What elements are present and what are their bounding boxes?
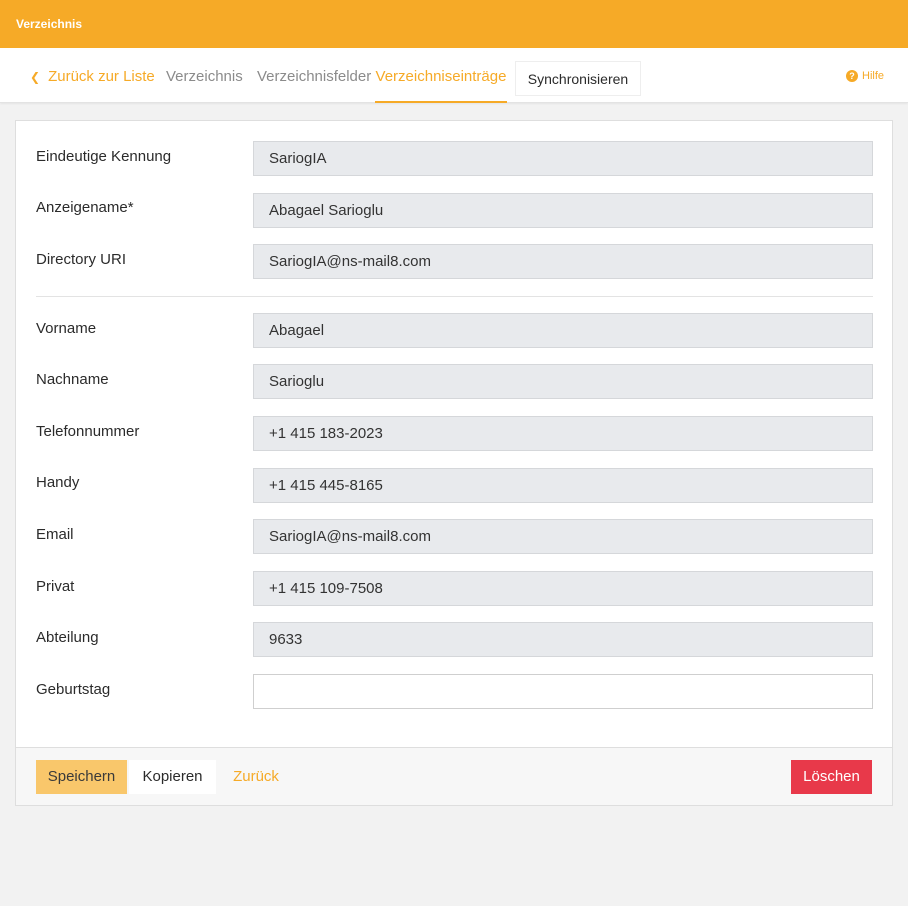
tab-directory-fields[interactable]: Verzeichnisfelder: [257, 48, 371, 103]
back-to-list-link[interactable]: ❮ Zurück zur Liste: [30, 48, 155, 103]
directory-uri-field[interactable]: SariogIA@ns-mail8.com: [253, 244, 873, 279]
help-label: Hilfe: [862, 70, 885, 82]
save-button[interactable]: Speichern: [36, 760, 127, 794]
label-email: Email: [36, 526, 74, 543]
private-phone-field[interactable]: +1 415 109-7508: [253, 571, 873, 606]
unique-id-field[interactable]: SariogIA: [253, 141, 873, 176]
app-header: Verzeichnis: [0, 0, 908, 48]
label-directory-uri: Directory URI: [36, 251, 127, 268]
display-name-field[interactable]: Abagael Sarioglu: [253, 193, 873, 228]
tab-bar: ❮ Zurück zur Liste Verzeichnis Verzeichni…: [0, 48, 908, 103]
mobile-field[interactable]: +1 415 445-8165: [253, 468, 873, 503]
question-circle-icon: ?: [846, 70, 858, 82]
active-tab-indicator: [375, 101, 507, 103]
back-button[interactable]: Zurück: [226, 760, 286, 794]
department-field[interactable]: 9633: [253, 622, 873, 657]
chevron-left-icon: ❮: [30, 70, 41, 84]
label-first-name: Vorname: [36, 320, 97, 337]
tab-directory-entries-label: Verzeichniseinträge: [375, 68, 507, 85]
label-private: Privat: [36, 578, 75, 595]
first-name-field[interactable]: Abagael: [253, 313, 873, 348]
synchronize-button[interactable]: Synchronisieren: [515, 61, 641, 96]
label-unique-id: Eindeutige Kennung: [36, 148, 172, 165]
email-field[interactable]: SariogIA@ns-mail8.com: [253, 519, 873, 554]
section-divider: [36, 296, 873, 297]
label-mobile: Handy: [36, 474, 80, 491]
last-name-field[interactable]: Sarioglu: [253, 364, 873, 399]
back-to-list-label: Zurück zur Liste: [48, 68, 155, 85]
label-last-name: Nachname: [36, 371, 109, 388]
tab-directory-entries[interactable]: Verzeichniseinträge: [375, 48, 507, 103]
label-department: Abteilung: [36, 629, 99, 646]
help-link[interactable]: ? Hilfe: [846, 70, 884, 82]
copy-button[interactable]: Kopieren: [129, 760, 216, 794]
tab-directory[interactable]: Verzeichnis: [166, 48, 243, 103]
birthday-field[interactable]: [253, 674, 873, 709]
label-phone: Telefonnummer: [36, 423, 140, 440]
label-display-name: Anzeigename*: [36, 199, 134, 216]
entry-form: Eindeutige Kennung SariogIA Anzeigename*…: [15, 120, 893, 806]
form-actions-bar: Speichern Kopieren Zurück Löschen: [16, 747, 892, 805]
phone-field[interactable]: +1 415 183-2023: [253, 416, 873, 451]
label-birthday: Geburtstag: [36, 681, 111, 698]
delete-button[interactable]: Löschen: [791, 760, 872, 794]
app-title: Verzeichnis: [16, 17, 83, 31]
